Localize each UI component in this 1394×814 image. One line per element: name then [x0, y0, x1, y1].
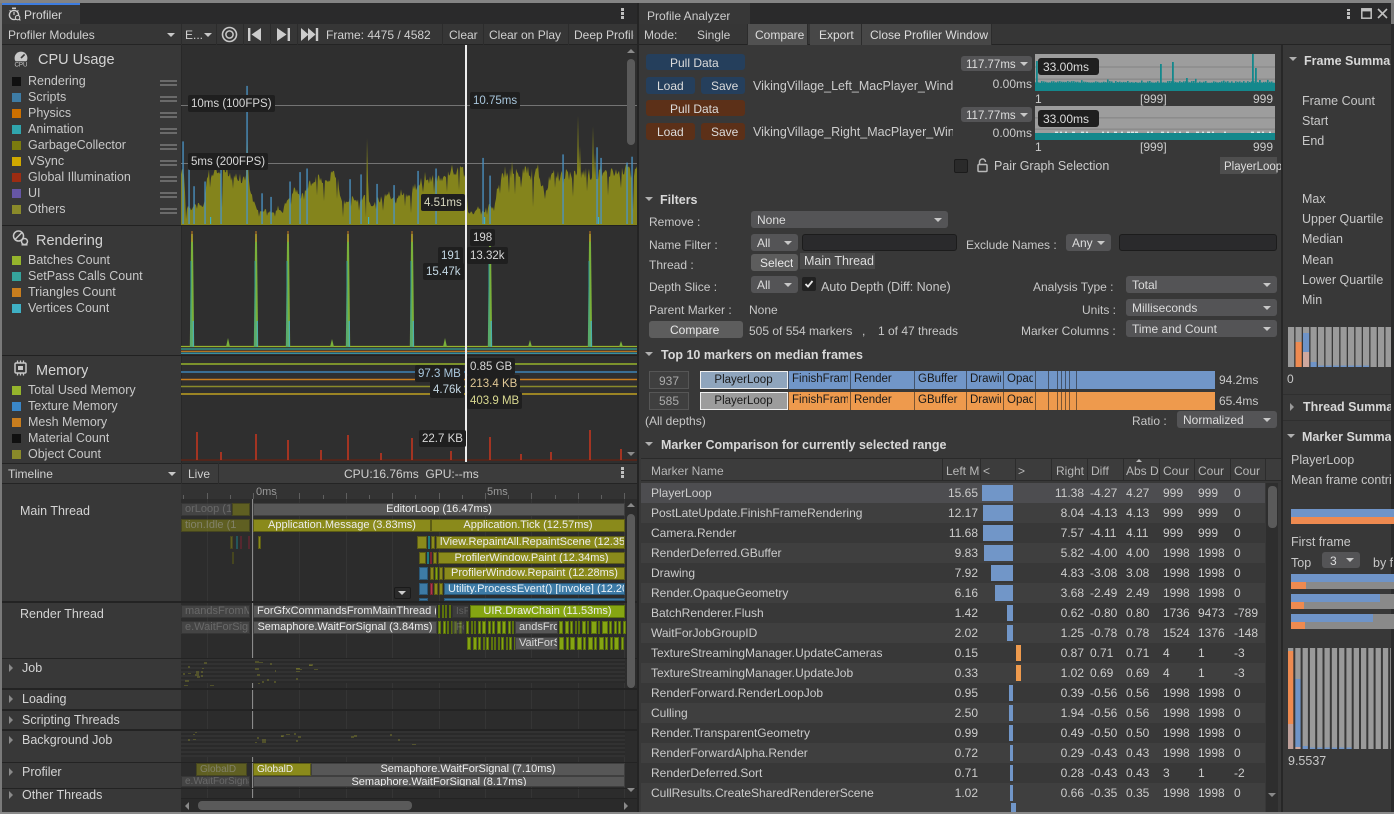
- svg-text:CPU: CPU: [14, 62, 27, 68]
